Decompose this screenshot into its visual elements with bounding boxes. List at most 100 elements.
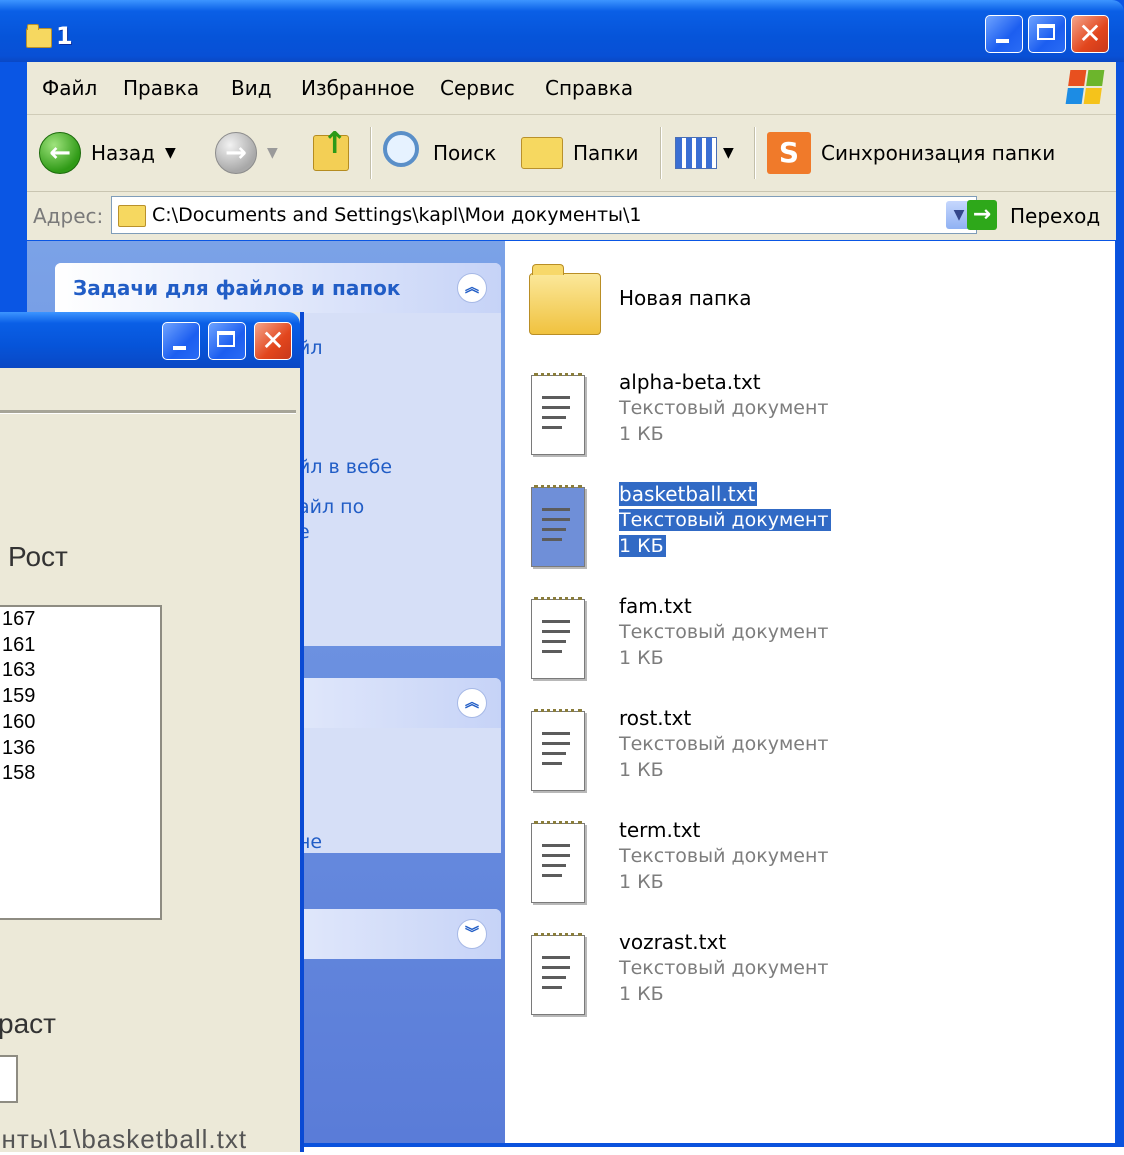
text-file-icon bbox=[531, 821, 585, 903]
file-type: Текстовый документ bbox=[619, 733, 829, 755]
file-type: Текстовый документ bbox=[619, 397, 829, 419]
folders-button[interactable]: Папки bbox=[521, 125, 638, 181]
collapse-chevron-icon[interactable]: ︽ bbox=[457, 273, 487, 303]
task-link[interactable]: айл по bbox=[298, 496, 364, 518]
file-size: 1 КБ bbox=[619, 871, 664, 893]
back-arrow-icon: ← bbox=[39, 132, 81, 174]
address-bar: Адрес: C:\Documents and Settings\kapl\Мо… bbox=[27, 192, 1116, 240]
file-size: 1 КБ bbox=[619, 423, 664, 445]
file-item-selected[interactable]: basketball.txt Текстовый документ 1 КБ bbox=[525, 481, 855, 577]
file-name: vozrast.txt bbox=[619, 930, 727, 954]
app-window: ✕ Рост 167 161 163 159 160 136 158 раст … bbox=[0, 312, 304, 1154]
address-label: Адрес: bbox=[33, 204, 104, 228]
minimize-button[interactable] bbox=[162, 322, 200, 360]
maximize-button[interactable] bbox=[208, 322, 246, 360]
menu-help[interactable]: Справка bbox=[545, 76, 633, 100]
file-item[interactable]: fam.txt Текстовый документ 1 КБ bbox=[525, 593, 855, 689]
menu-view[interactable]: Вид bbox=[231, 76, 272, 100]
address-field[interactable]: C:\Documents and Settings\kapl\Мои докум… bbox=[111, 196, 977, 234]
vozrast-input[interactable] bbox=[0, 1055, 18, 1103]
menu-edit[interactable]: Правка bbox=[123, 76, 199, 100]
forward-button[interactable]: → ▼ bbox=[215, 125, 278, 181]
list-item[interactable]: 160 bbox=[0, 710, 160, 736]
close-button[interactable]: ✕ bbox=[254, 322, 292, 360]
file-name: rost.txt bbox=[619, 706, 692, 730]
file-size: 1 КБ bbox=[619, 647, 664, 669]
list-item[interactable]: 158 bbox=[0, 761, 160, 787]
file-name: basketball.txt bbox=[619, 482, 758, 506]
sync-icon: S bbox=[767, 132, 811, 174]
views-dropdown-icon[interactable]: ▼ bbox=[723, 145, 734, 161]
menu-file[interactable]: Файл bbox=[42, 76, 97, 100]
menu-tools[interactable]: Сервис bbox=[440, 76, 515, 100]
file-path-label: енты\1\basketball.txt bbox=[0, 1124, 248, 1154]
file-item[interactable]: alpha-beta.txt Текстовый документ 1 КБ bbox=[525, 369, 855, 465]
folder-icon bbox=[26, 24, 52, 48]
file-size: 1 КБ bbox=[619, 983, 664, 1005]
text-file-icon bbox=[531, 373, 585, 455]
list-item[interactable]: 136 bbox=[0, 736, 160, 762]
go-arrow-icon[interactable]: → bbox=[967, 200, 997, 230]
text-file-icon bbox=[531, 485, 585, 567]
file-type: Текстовый документ bbox=[619, 621, 829, 643]
views-button[interactable]: ▼ bbox=[675, 125, 734, 181]
folder-icon bbox=[118, 205, 146, 227]
file-name: alpha-beta.txt bbox=[619, 370, 761, 394]
file-type: Текстовый документ bbox=[619, 845, 829, 867]
close-button[interactable]: ✕ bbox=[1071, 15, 1109, 53]
text-file-icon bbox=[531, 709, 585, 791]
text-file-icon bbox=[531, 597, 585, 679]
file-name: term.txt bbox=[619, 818, 701, 842]
folder-item[interactable]: Новая папка bbox=[525, 264, 855, 361]
menu-favorites[interactable]: Избранное bbox=[301, 76, 415, 100]
toolbar-separator bbox=[660, 127, 661, 179]
window-frame bbox=[1116, 62, 1124, 1147]
standard-toolbar: ← Назад ▼ → ▼ ↑ Поиск Папки ▼ S Синхрони… bbox=[27, 115, 1116, 192]
file-size: 1 КБ bbox=[619, 535, 666, 557]
back-dropdown-icon[interactable]: ▼ bbox=[165, 145, 176, 161]
file-list: Новая папка alpha-beta.txt Текстовый док… bbox=[505, 241, 1115, 1143]
app-title-bar[interactable]: ✕ bbox=[0, 312, 300, 368]
task-link[interactable]: йл в вебе bbox=[298, 456, 392, 478]
forward-arrow-icon: → bbox=[215, 132, 257, 174]
toolbar-separator bbox=[754, 127, 755, 179]
search-label: Поиск bbox=[433, 141, 497, 165]
go-button[interactable]: Переход bbox=[1010, 204, 1100, 228]
rost-label: Рост bbox=[8, 541, 68, 572]
expand-chevron-icon[interactable]: ︾ bbox=[457, 919, 487, 949]
back-button[interactable]: ← Назад ▼ bbox=[39, 125, 176, 181]
file-name: fam.txt bbox=[619, 594, 692, 618]
maximize-button[interactable] bbox=[1028, 15, 1066, 53]
toolbar-separator bbox=[370, 127, 371, 179]
file-item[interactable]: term.txt Текстовый документ 1 КБ bbox=[525, 817, 855, 913]
text-file-icon bbox=[531, 933, 585, 1015]
file-item[interactable]: rost.txt Текстовый документ 1 КБ bbox=[525, 705, 855, 801]
list-item[interactable]: 159 bbox=[0, 684, 160, 710]
windows-logo-icon bbox=[1065, 70, 1105, 104]
list-item[interactable]: 161 bbox=[0, 633, 160, 659]
file-item[interactable]: vozrast.txt Текстовый документ 1 КБ bbox=[525, 929, 855, 1025]
forward-dropdown-icon[interactable]: ▼ bbox=[267, 145, 278, 161]
heights-list[interactable]: 167 161 163 159 160 136 158 bbox=[0, 605, 162, 920]
file-folder-tasks-title: Задачи для файлов и папок bbox=[73, 276, 401, 300]
minimize-button[interactable] bbox=[985, 15, 1023, 53]
address-path: C:\Documents and Settings\kapl\Мои докум… bbox=[152, 204, 642, 226]
folder-icon bbox=[529, 264, 601, 335]
vozrast-label: раст bbox=[0, 1008, 56, 1039]
collapse-chevron-icon[interactable]: ︽ bbox=[457, 688, 487, 718]
file-folder-tasks-header[interactable]: Задачи для файлов и папок ︽ bbox=[55, 263, 501, 313]
search-button[interactable]: Поиск bbox=[383, 125, 496, 181]
list-item[interactable]: 163 bbox=[0, 658, 160, 684]
file-type: Текстовый документ bbox=[619, 957, 829, 979]
explorer-title-bar[interactable]: 1 ✕ bbox=[0, 0, 1124, 62]
up-folder-button[interactable]: ↑ bbox=[313, 125, 349, 181]
search-icon bbox=[383, 131, 419, 167]
list-item[interactable]: 167 bbox=[0, 607, 160, 633]
folders-label: Папки bbox=[573, 141, 639, 165]
app-divider bbox=[0, 410, 296, 413]
file-type: Текстовый документ bbox=[619, 509, 831, 531]
views-icon bbox=[675, 137, 717, 169]
sync-folder-button[interactable]: S Синхронизация папки bbox=[767, 125, 1055, 181]
folders-icon bbox=[521, 137, 563, 169]
menu-bar: Файл Правка Вид Избранное Сервис Справка bbox=[27, 62, 1116, 115]
